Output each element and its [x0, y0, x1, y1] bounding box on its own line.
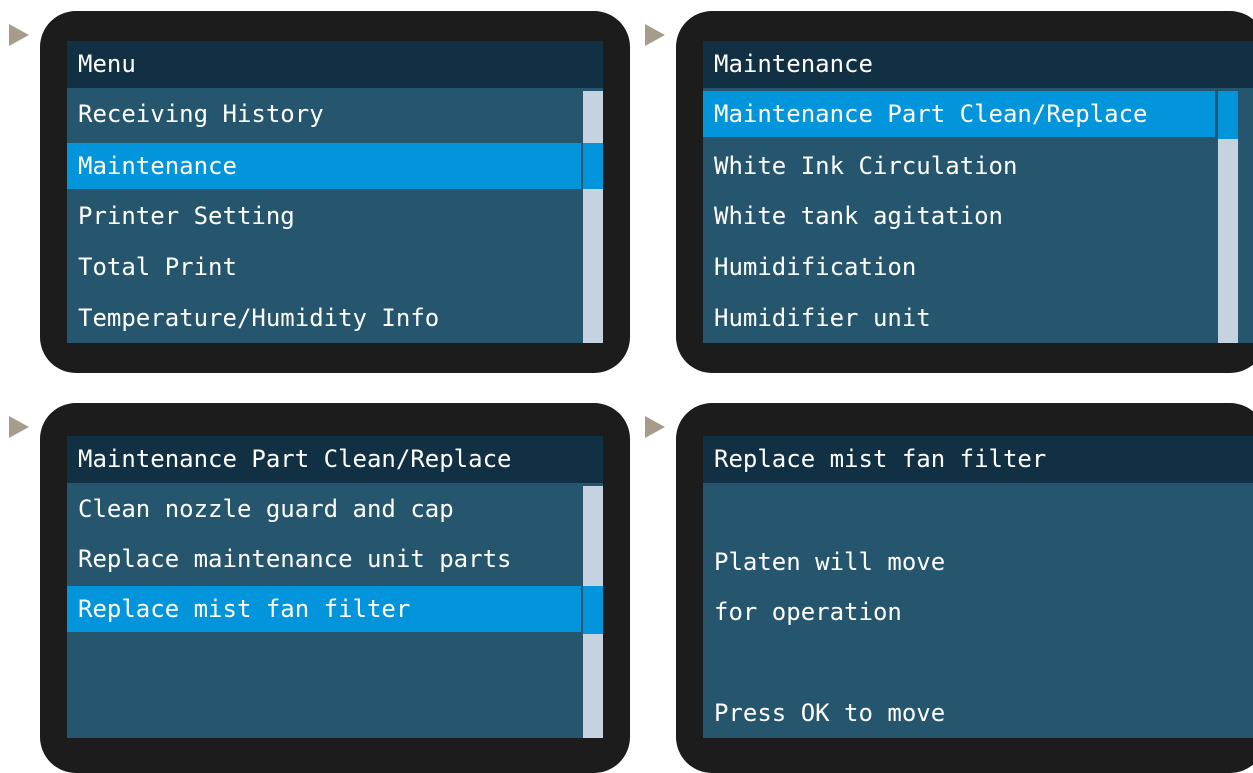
screen-title: Maintenance: [703, 41, 1253, 88]
device-panel-maintenance-part: Maintenance Part Clean/Replace Clean noz…: [40, 403, 630, 773]
menu-item-white-ink-circulation[interactable]: White Ink Circulation: [703, 143, 1217, 189]
step-arrow-4: [645, 416, 665, 438]
device-panel-menu: Menu Receiving History Maintenance Print…: [40, 11, 630, 373]
lcd-screen: Replace mist fan filter Platen will move…: [703, 436, 1253, 738]
device-panel-replace-filter: Replace mist fan filter Platen will move…: [676, 403, 1253, 773]
menu-item-total-print[interactable]: Total Print: [67, 244, 581, 290]
menu-item-clean-nozzle-guard[interactable]: Clean nozzle guard and cap: [67, 486, 581, 532]
lcd-screen: Maintenance Part Clean/Replace Clean noz…: [67, 436, 603, 738]
message-line-1: Platen will move: [714, 548, 946, 576]
scrollbar-thumb[interactable]: [583, 143, 603, 189]
menu-item-receiving-history[interactable]: Receiving History: [67, 91, 581, 137]
menu-item-maintenance-part-clean-replace[interactable]: Maintenance Part Clean/Replace: [703, 91, 1215, 137]
scrollbar[interactable]: [583, 486, 603, 738]
scrollbar[interactable]: [583, 91, 603, 343]
menu-item-replace-mist-fan-filter[interactable]: Replace mist fan filter: [67, 586, 581, 632]
device-panel-maintenance: Maintenance Maintenance Part Clean/Repla…: [676, 11, 1253, 373]
prompt-text: Press OK to move: [714, 699, 946, 727]
menu-item-humidification[interactable]: Humidification: [703, 244, 1217, 290]
screen-title: Replace mist fan filter: [703, 436, 1253, 483]
menu-item-maintenance[interactable]: Maintenance: [67, 143, 581, 189]
screen-title: Maintenance Part Clean/Replace: [67, 436, 603, 483]
menu-item-temperature-humidity-info[interactable]: Temperature/Humidity Info: [67, 295, 581, 341]
message-line-2: for operation: [714, 598, 902, 626]
step-arrow-2: [645, 24, 665, 46]
scrollbar-thumb[interactable]: [583, 586, 603, 634]
menu-item-humidifier-unit[interactable]: Humidifier unit: [703, 295, 1217, 341]
lcd-screen: Maintenance Maintenance Part Clean/Repla…: [703, 41, 1253, 343]
scrollbar-thumb[interactable]: [1218, 91, 1238, 139]
step-arrow-1: [9, 24, 29, 46]
menu-item-printer-setting[interactable]: Printer Setting: [67, 193, 581, 239]
scrollbar[interactable]: [1218, 91, 1238, 343]
step-arrow-3: [9, 416, 29, 438]
screen-title: Menu: [67, 41, 603, 88]
menu-item-replace-maintenance-unit-parts[interactable]: Replace maintenance unit parts: [67, 536, 581, 582]
lcd-screen: Menu Receiving History Maintenance Print…: [67, 41, 603, 343]
menu-item-white-tank-agitation[interactable]: White tank agitation: [703, 193, 1217, 239]
